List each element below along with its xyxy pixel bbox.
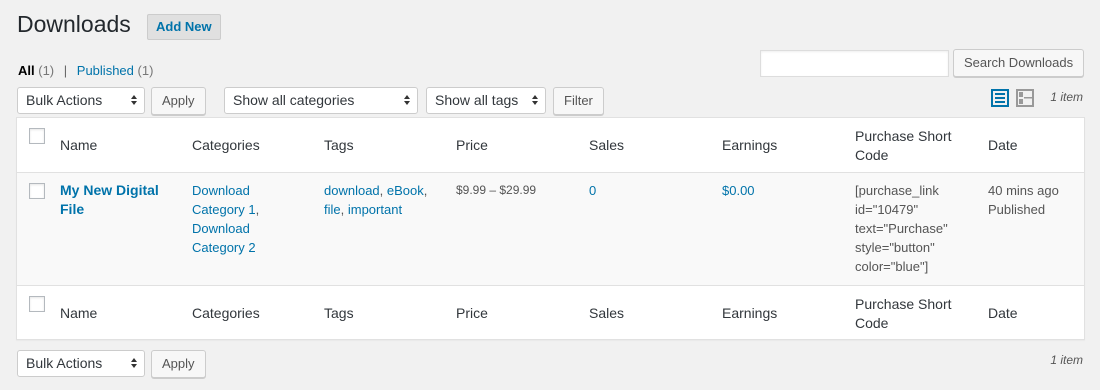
column-header-categories: Categories <box>192 137 260 153</box>
shortcode-line: [purchase_link <box>855 183 939 198</box>
tag-link-file[interactable]: file <box>324 202 341 217</box>
tag-link-ebook[interactable]: eBook <box>387 183 424 198</box>
list-view-icon[interactable] <box>991 89 1009 107</box>
select-all-checkbox-bottom[interactable] <box>29 296 45 312</box>
select-all-checkbox-top[interactable] <box>29 128 45 144</box>
select-arrows-icon <box>131 356 137 370</box>
sales-cell: 0 <box>589 181 596 200</box>
item-count-bottom: 1 item <box>1050 353 1083 367</box>
category-separator: , <box>255 202 260 217</box>
views-separator: | <box>63 63 68 78</box>
add-new-button[interactable]: Add New <box>147 14 221 40</box>
earnings-link[interactable]: $0.00 <box>722 183 755 198</box>
column-header-sales[interactable]: Sales <box>589 136 624 155</box>
bulk-actions-select-bottom[interactable]: Bulk Actions <box>17 350 145 377</box>
shortcode-cell: [purchase_link id="10479" text="Purchase… <box>855 181 948 276</box>
column-header-price[interactable]: Price <box>456 136 488 155</box>
shortcode-line: text="Purchase" <box>855 221 948 236</box>
column-footer-sales[interactable]: Sales <box>589 304 624 323</box>
view-published-count: (1) <box>137 63 154 78</box>
select-arrows-icon <box>404 93 410 107</box>
filter-button[interactable]: Filter <box>553 87 604 115</box>
category-link-1-line2[interactable]: Category 1 <box>192 202 256 217</box>
select-arrows-icon <box>131 93 137 107</box>
category-link-2-line2[interactable]: Category 2 <box>192 240 256 255</box>
status-filters: All (1) | Published (1) <box>18 63 153 78</box>
column-header-tags: Tags <box>324 137 354 153</box>
select-arrows-icon <box>532 93 538 107</box>
column-footer-date[interactable]: Date <box>988 304 1018 323</box>
column-footer-shortcode-line1: Purchase Short <box>855 296 952 312</box>
categories-filter-select[interactable]: Show all categories <box>224 87 418 114</box>
download-title-cell: My New Digital File <box>60 181 159 219</box>
shortcode-line: id="10479" <box>855 202 919 217</box>
table-row: My New Digital File Download Category 1,… <box>17 173 1084 285</box>
download-title-line2[interactable]: File <box>60 200 159 219</box>
column-header-earnings[interactable]: Earnings <box>722 136 777 155</box>
column-header-date[interactable]: Date <box>988 136 1018 155</box>
shortcode-line: color="blue"] <box>855 259 929 274</box>
bulk-actions-label-bottom: Bulk Actions <box>26 355 103 371</box>
column-footer-tags: Tags <box>324 305 354 321</box>
download-title-line1[interactable]: My New Digital <box>60 181 159 200</box>
date-value: 40 mins ago <box>988 183 1059 198</box>
column-header-shortcode-line2: Code <box>855 147 889 163</box>
price-cell: $9.99 – $29.99 <box>456 183 537 197</box>
downloads-table: Name Categories Tags Price Sales Earning… <box>16 117 1085 340</box>
tags-cell: download, eBook, file, important <box>324 181 427 219</box>
sales-link[interactable]: 0 <box>589 183 596 198</box>
apply-button-bottom[interactable]: Apply <box>151 350 206 378</box>
category-link-2-line1[interactable]: Download <box>192 221 250 236</box>
column-footer-price[interactable]: Price <box>456 304 488 323</box>
date-cell: 40 mins ago Published <box>988 181 1059 219</box>
categories-filter-label: Show all categories <box>233 92 355 108</box>
view-published-link[interactable]: Published <box>77 63 134 78</box>
column-header-shortcode-line1: Purchase Short <box>855 128 952 144</box>
bulk-actions-label-top: Bulk Actions <box>26 92 103 108</box>
categories-cell: Download Category 1, Download Category 2 <box>192 181 259 257</box>
apply-button-top[interactable]: Apply <box>151 87 206 115</box>
column-footer-earnings[interactable]: Earnings <box>722 304 777 323</box>
category-link-1-line1[interactable]: Download <box>192 183 250 198</box>
column-footer-categories: Categories <box>192 305 260 321</box>
tag-separator: , <box>423 183 428 198</box>
tag-separator: , <box>340 202 348 217</box>
tag-link-download[interactable]: download <box>324 183 380 198</box>
tags-filter-label: Show all tags <box>435 92 519 108</box>
column-header-shortcode: Purchase Short Code <box>855 127 952 165</box>
earnings-cell: $0.00 <box>722 181 755 200</box>
shortcode-line: style="button" <box>855 240 935 255</box>
row-checkbox[interactable] <box>29 183 45 199</box>
search-input[interactable] <box>760 50 949 77</box>
tags-filter-select[interactable]: Show all tags <box>426 87 546 114</box>
table-header-row: Name Categories Tags Price Sales Earning… <box>17 118 1084 173</box>
tag-separator: , <box>379 183 387 198</box>
column-footer-shortcode-line2: Code <box>855 315 889 331</box>
excerpt-view-icon[interactable] <box>1016 89 1034 107</box>
search-downloads-button[interactable]: Search Downloads <box>953 49 1085 77</box>
item-count-top: 1 item <box>1050 90 1083 104</box>
column-header-name[interactable]: Name <box>60 136 97 155</box>
column-footer-name[interactable]: Name <box>60 304 97 323</box>
tag-link-important[interactable]: important <box>348 202 402 217</box>
column-footer-shortcode: Purchase Short Code <box>855 295 952 333</box>
table-footer-row: Name Categories Tags Price Sales Earning… <box>17 285 1084 340</box>
page-title: Downloads <box>17 11 131 37</box>
view-all-count: (1) <box>38 63 55 78</box>
status-value: Published <box>988 202 1046 217</box>
bulk-actions-select-top[interactable]: Bulk Actions <box>17 87 145 114</box>
view-all-link[interactable]: All <box>18 63 35 78</box>
